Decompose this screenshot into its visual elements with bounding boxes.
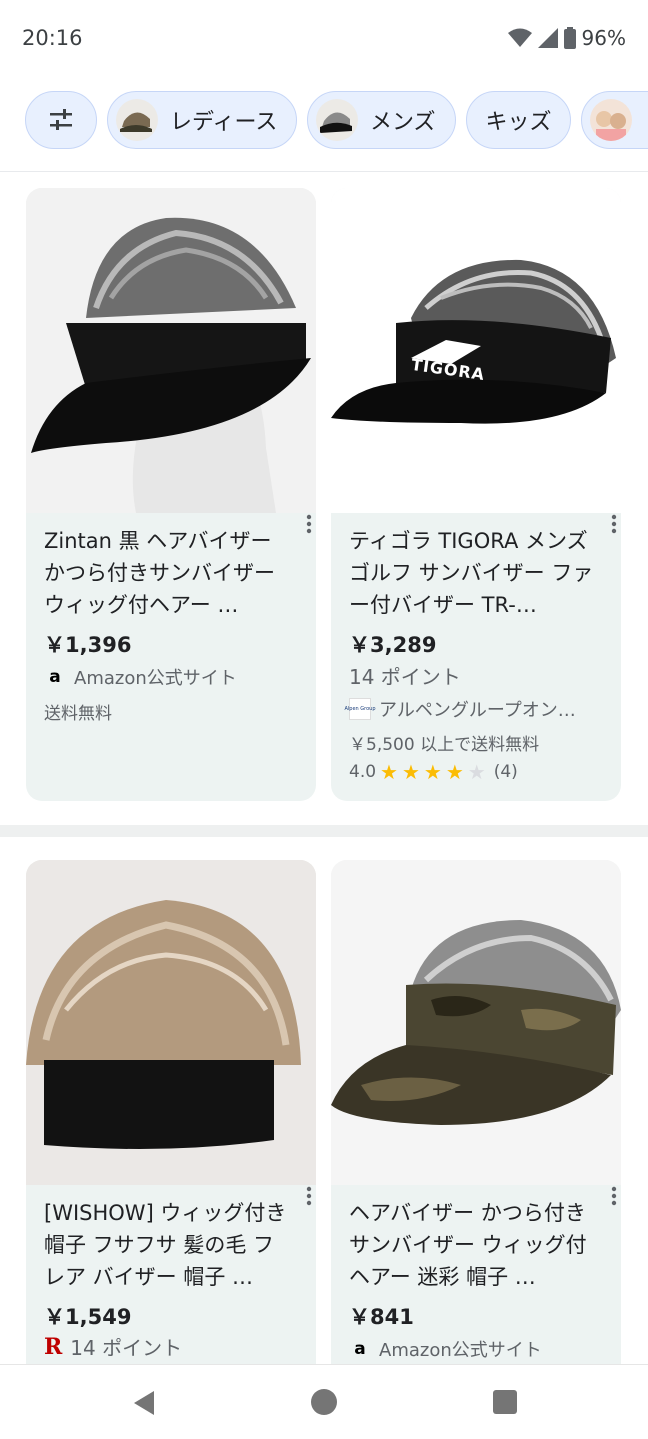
product-title[interactable]: Zintan 黒 ヘアバイザー かつら付きサンバイザー ウィッグ付ヘアー …	[44, 525, 294, 621]
product-image[interactable]: TIGORA	[331, 188, 621, 513]
filter-settings-button[interactable]	[25, 91, 97, 149]
amazon-logo-icon: a	[49, 667, 61, 687]
product-card[interactable]: TIGORA ティゴラ TIGORA メンズ ゴルフ サンバイザー ファー付バイ…	[331, 188, 621, 801]
rating-value: 4.0	[349, 762, 377, 782]
product-image[interactable]	[331, 860, 621, 1185]
product-price: ￥1,396	[44, 633, 132, 657]
star-empty-icon: ★	[467, 760, 486, 784]
product-image[interactable]	[26, 860, 316, 1185]
star-icon: ★	[445, 760, 464, 784]
shipping-info: ￥5,500 以上で送料無料	[349, 735, 540, 755]
seller-name: アルペングループオン…	[379, 700, 576, 721]
battery-icon	[563, 27, 576, 49]
product-seller: a Amazon公式サイト	[349, 1336, 542, 1362]
rakuten-logo-icon: R	[44, 1333, 63, 1360]
more-options-icon[interactable]	[302, 1185, 316, 1209]
chip-label: メンズ	[370, 110, 436, 135]
chip-partial[interactable]	[581, 91, 648, 149]
status-icons: 96%	[507, 26, 626, 50]
product-title[interactable]: ティゴラ TIGORA メンズ ゴルフ サンバイザー ファー付バイザー TR-…	[349, 525, 599, 621]
product-rating: 4.0 ★ ★ ★ ★ ★ (4)	[349, 760, 518, 784]
product-title[interactable]: ヘアバイザー かつら付きサンバイザー ウィッグ付ヘアー 迷彩 帽子 …	[349, 1197, 599, 1293]
product-price: ￥3,289	[349, 633, 437, 657]
more-options-icon[interactable]	[607, 1185, 621, 1209]
back-icon[interactable]	[130, 1389, 158, 1417]
wifi-icon	[507, 28, 532, 47]
star-icon: ★	[401, 760, 420, 784]
seller-name: Amazon公式サイト	[74, 668, 237, 689]
filter-chip-row: レディース メンズ キッズ	[0, 80, 648, 172]
chip-thumbnail	[316, 99, 358, 141]
system-navigation-bar	[0, 1364, 648, 1439]
product-card[interactable]: ヘアバイザー かつら付きサンバイザー ウィッグ付ヘアー 迷彩 帽子 … ￥841…	[331, 860, 621, 1420]
product-points: 14 ポイント	[70, 1336, 183, 1360]
chip-label: レディース	[170, 110, 278, 135]
section-divider	[0, 825, 648, 837]
review-count: (4)	[493, 762, 518, 782]
tune-icon	[50, 109, 72, 130]
star-icon: ★	[380, 760, 398, 784]
product-price: ￥841	[349, 1305, 414, 1329]
chip-label: キッズ	[485, 110, 552, 135]
seller-name: Amazon公式サイト	[379, 1340, 542, 1361]
chip-thumbnail	[590, 99, 632, 141]
shipping-info: 送料無料	[44, 704, 112, 724]
chip-kids[interactable]: キッズ	[466, 91, 571, 149]
product-image[interactable]	[26, 188, 316, 513]
battery-percent: 96%	[581, 26, 626, 50]
product-card[interactable]: Zintan 黒 ヘアバイザー かつら付きサンバイザー ウィッグ付ヘアー … ￥…	[26, 188, 316, 801]
status-time: 20:16	[22, 26, 83, 50]
more-options-icon[interactable]	[302, 513, 316, 537]
amazon-logo-icon: a	[354, 1339, 366, 1359]
alpen-logo-icon: Alpen Group	[344, 698, 376, 720]
product-seller: Alpen Group アルペングループオン…	[344, 696, 576, 722]
home-icon[interactable]	[310, 1388, 338, 1416]
cell-signal-icon	[537, 28, 558, 48]
product-title[interactable]: [WISHOW] ウィッグ付き帽子 フサフサ 髪の毛 フレア バイザー 帽子 …	[44, 1197, 294, 1293]
recents-icon[interactable]	[492, 1389, 518, 1415]
chip-thumbnail	[116, 99, 158, 141]
product-points: 14 ポイント	[349, 665, 461, 689]
chip-mens[interactable]: メンズ	[307, 91, 456, 149]
product-price: ￥1,549	[44, 1305, 132, 1329]
product-card[interactable]: [WISHOW] ウィッグ付き帽子 フサフサ 髪の毛 フレア バイザー 帽子 ……	[26, 860, 316, 1420]
star-icon: ★	[423, 760, 442, 784]
status-bar: 20:16 96%	[0, 0, 648, 80]
more-options-icon[interactable]	[607, 513, 621, 537]
chip-ladies[interactable]: レディース	[107, 91, 297, 149]
product-seller: a Amazon公式サイト	[44, 664, 237, 690]
product-points-row: R 14 ポイント	[44, 1332, 182, 1361]
